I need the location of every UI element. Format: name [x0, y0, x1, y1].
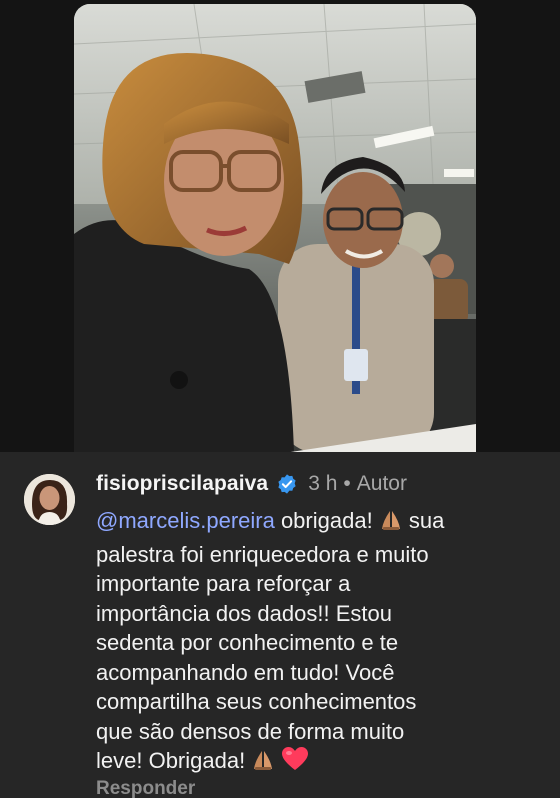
reply-button[interactable]: Responder — [96, 778, 195, 798]
author-label: Autor — [356, 472, 407, 495]
comment-line: leve! Obrigada! — [96, 746, 536, 780]
post-media-area — [0, 0, 560, 453]
comment-line: @marcelis.pereira obrigada! sua — [96, 506, 536, 540]
avatar[interactable] — [24, 474, 75, 525]
post-photo[interactable] — [74, 4, 476, 453]
comment-line: acompanhando em tudo! Você — [96, 659, 395, 685]
comment-line: compartilha seus conhecimentos — [96, 689, 417, 714]
comment-timestamp: 3 h — [308, 472, 338, 495]
mention-link[interactable]: @marcelis.pereira — [96, 508, 275, 533]
comment-line: importante para reforçar a — [96, 571, 351, 596]
comment-text-fragment: sua — [402, 508, 445, 533]
username[interactable]: fisiopriscilapaiva — [96, 472, 268, 496]
comment-line: importância dos dados!! Estou — [96, 600, 392, 626]
comment-panel: fisiopriscilapaiva 3 h • Autor @marcelis… — [0, 452, 560, 798]
verified-badge-icon — [278, 474, 296, 494]
comment-text-fragment: leve! Obrigada! — [96, 748, 252, 773]
comment-line: que são densos de forma muito — [96, 718, 405, 744]
comment-screen: fisiopriscilapaiva 3 h • Autor @marcelis… — [0, 0, 560, 798]
comment-line: sedenta por conhecimento e te — [96, 630, 399, 655]
comment-line: palestra foi enriquecedora e muito — [96, 541, 429, 567]
heart-icon — [281, 746, 309, 780]
comment-text: @marcelis.pereira obrigada! sua palestra… — [96, 506, 536, 780]
avatar-image — [24, 474, 75, 525]
comment-text-fragment: obrigada! — [274, 508, 379, 533]
pray-icon — [379, 508, 403, 540]
separator-dot: • — [343, 472, 351, 495]
pray-icon — [251, 748, 275, 780]
photo-illustration — [74, 4, 476, 453]
comment-header: fisiopriscilapaiva 3 h • Autor — [96, 470, 407, 498]
